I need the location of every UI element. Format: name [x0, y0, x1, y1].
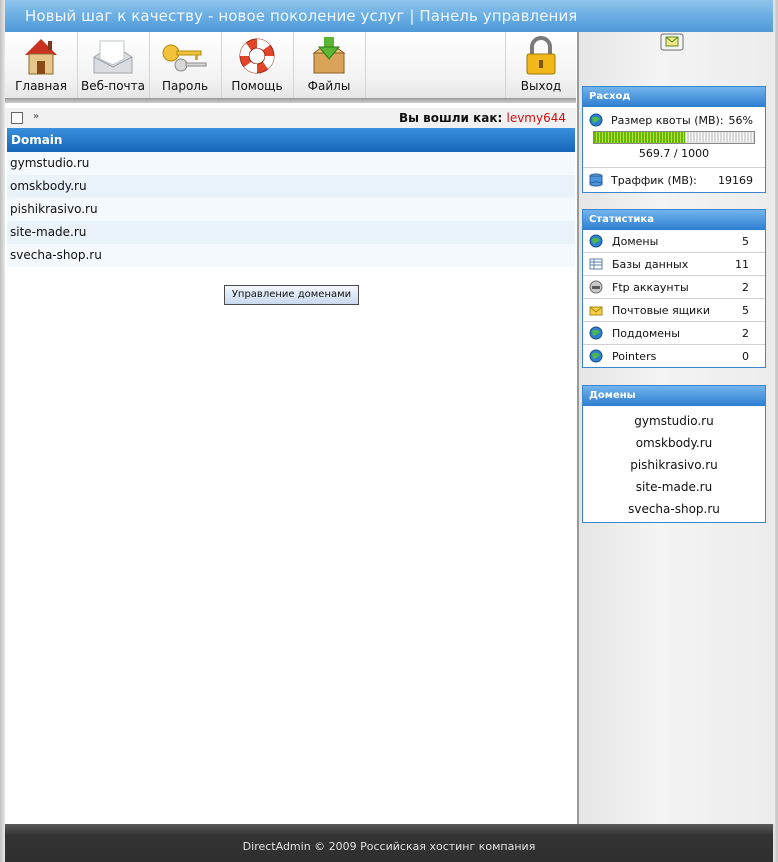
- password-label: Пароль: [161, 79, 209, 93]
- stat-value: 2: [742, 281, 749, 294]
- stat-label: Поддомены: [612, 327, 680, 340]
- left-border: [0, 0, 5, 862]
- page: Новый шаг к качеству - новое поколение у…: [0, 0, 778, 862]
- logout-button[interactable]: Выход: [505, 32, 576, 98]
- back-arrow-icon[interactable]: [11, 112, 23, 124]
- stat-label: Почтовые ящики: [612, 304, 710, 317]
- usage-box: Расход Размер квоты (МВ): 56% 569.7 / 10…: [582, 86, 766, 193]
- login-label: Вы вошли как:: [398, 111, 503, 125]
- login-status: Вы вошли как: levmy644: [399, 111, 566, 125]
- quota-label: Размер квоты (МВ):: [611, 114, 724, 127]
- toolbar: Главная Веб-почта Пароль Помощь Файлы Вы…: [5, 32, 576, 98]
- mail-notification-icon[interactable]: [660, 33, 684, 51]
- domain-link[interactable]: site-made.ru: [583, 476, 765, 498]
- stat-row-domains[interactable]: Домены 5: [583, 230, 765, 253]
- globe-icon: [589, 234, 603, 248]
- password-button[interactable]: Пароль: [149, 32, 222, 98]
- stat-value: 0: [742, 350, 749, 363]
- username: levmy644: [506, 111, 566, 125]
- manage-domains-button[interactable]: Управление доменами: [224, 285, 359, 305]
- files-box-icon: [312, 37, 346, 74]
- lifebuoy-icon: [239, 38, 275, 74]
- globe-icon: [589, 349, 603, 363]
- files-button[interactable]: Файлы: [293, 32, 366, 98]
- stat-value: 5: [742, 304, 749, 317]
- mailbox-icon: [589, 306, 603, 316]
- stat-value: 5: [742, 235, 749, 248]
- stat-row-mailboxes[interactable]: Почтовые ящики 5: [583, 299, 765, 322]
- stat-row-ftp[interactable]: Ftp аккаунты 2: [583, 276, 765, 299]
- envelope-icon: [93, 40, 133, 74]
- quota-progress-bar: [593, 131, 755, 144]
- footer-text: DirectAdmin © 2009 Российская хостинг ко…: [242, 840, 536, 853]
- footer: DirectAdmin © 2009 Российская хостинг ко…: [5, 824, 773, 862]
- stat-value: 11: [735, 258, 749, 271]
- stat-label: Pointers: [612, 350, 657, 363]
- table-row[interactable]: omskbody.ru: [7, 175, 575, 198]
- quota-progress-fill: [594, 132, 686, 143]
- house-icon: [25, 39, 57, 75]
- page-title: Новый шаг к качеству - новое поколение у…: [25, 7, 578, 25]
- traffic-value: 19169: [718, 174, 753, 187]
- domain-table: gymstudio.ru omskbody.ru pishikrasivo.ru…: [7, 152, 575, 267]
- domain-link[interactable]: svecha-shop.ru: [583, 498, 765, 520]
- table-row[interactable]: svecha-shop.ru: [7, 244, 575, 267]
- home-label: Главная: [15, 79, 67, 93]
- webmail-label: Веб-почта: [81, 79, 145, 93]
- domains-box: Домены gymstudio.ru omskbody.ru pishikra…: [582, 385, 766, 523]
- help-button[interactable]: Помощь: [221, 32, 294, 98]
- logout-label: Выход: [520, 79, 562, 93]
- database-table-icon: [589, 258, 603, 270]
- files-label: Файлы: [307, 79, 351, 93]
- stat-label: Базы данных: [612, 258, 689, 271]
- domains-title: Домены: [583, 386, 765, 406]
- traffic-label: Траффик (МВ):: [611, 174, 697, 187]
- help-label: Помощь: [231, 79, 283, 93]
- domain-link[interactable]: pishikrasivo.ru: [583, 454, 765, 476]
- table-header-domain: Domain: [7, 128, 575, 152]
- stats-box: Статистика Домены 5 Базы данных 11 Ftp а…: [582, 209, 766, 368]
- webmail-button[interactable]: Веб-почта: [77, 32, 150, 98]
- keys-icon: [162, 44, 207, 72]
- table-row[interactable]: gymstudio.ru: [7, 152, 575, 175]
- stat-value: 2: [742, 327, 749, 340]
- database-icon: [589, 173, 603, 187]
- table-row[interactable]: site-made.ru: [7, 221, 575, 244]
- ftp-icon: [589, 280, 603, 294]
- stat-row-databases[interactable]: Базы данных 11: [583, 253, 765, 276]
- stat-label: Ftp аккаунты: [612, 281, 689, 294]
- domain-link[interactable]: omskbody.ru: [583, 432, 765, 454]
- domain-link[interactable]: gymstudio.ru: [583, 410, 765, 432]
- table-row[interactable]: pishikrasivo.ru: [7, 198, 575, 221]
- breadcrumb: » Вы вошли как: levmy644: [5, 108, 576, 128]
- stat-row-pointers[interactable]: Pointers 0: [583, 345, 765, 367]
- globe-icon: [589, 113, 603, 127]
- quota-value: 569.7 / 1000: [638, 147, 710, 160]
- home-button[interactable]: Главная: [5, 32, 78, 98]
- usage-title: Расход: [583, 87, 765, 107]
- quota-percent: 56%: [728, 114, 753, 127]
- globe-icon: [589, 326, 603, 340]
- breadcrumb-separator: »: [33, 111, 40, 122]
- stat-label: Домены: [612, 235, 659, 248]
- stats-title: Статистика: [583, 210, 765, 230]
- toolbar-divider: [5, 98, 576, 103]
- padlock-icon: [526, 36, 556, 75]
- header-bar: Новый шаг к качеству - новое поколение у…: [5, 0, 773, 32]
- stat-row-subdomains[interactable]: Поддомены 2: [583, 322, 765, 345]
